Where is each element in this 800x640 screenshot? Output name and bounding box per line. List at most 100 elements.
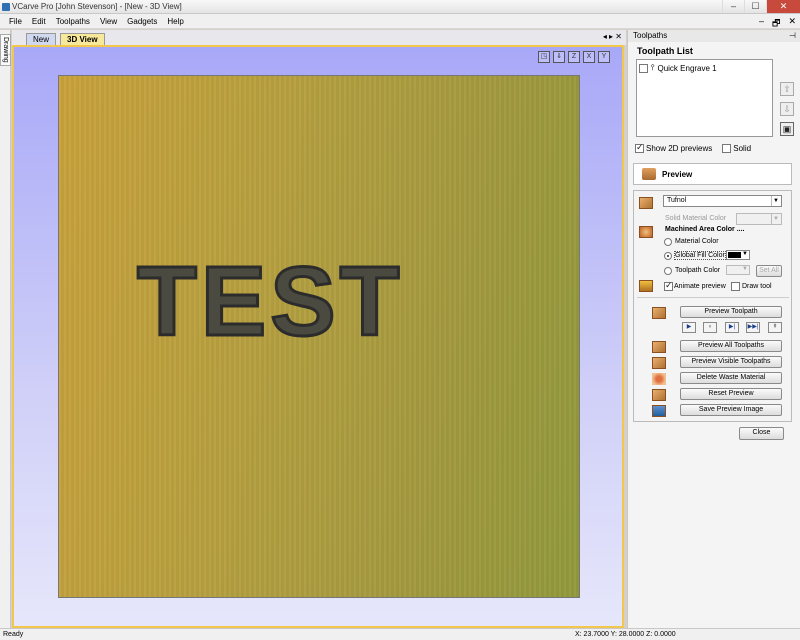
show-2d-previews-option[interactable]: Show 2D previews <box>635 142 713 153</box>
menu-view[interactable]: View <box>95 17 122 26</box>
drawing-tab[interactable]: Drawing <box>0 34 11 66</box>
panel-header: Toolpaths ⊣ <box>628 30 800 42</box>
3d-viewport[interactable]: ◳ ⇓ Z X Y TEST <box>12 45 624 628</box>
solid-option[interactable]: Solid <box>722 144 751 153</box>
delete-waste-material-button[interactable]: Delete Waste Material <box>680 372 782 384</box>
panel-title: Toolpaths <box>633 31 668 40</box>
toolpath-list-title: Toolpath List <box>637 46 693 56</box>
chevron-down-icon: ▼ <box>771 214 780 224</box>
engraved-text: TEST <box>135 246 404 356</box>
list-options: Show 2D previews Solid <box>635 142 751 153</box>
preview-options: Tufnol ▼ Solid Material Color ▼ Machined… <box>633 190 792 422</box>
material-value: Tufnol <box>667 197 687 204</box>
delete-waste-icon <box>652 373 666 385</box>
menu-file[interactable]: File <box>4 17 27 26</box>
iso-view-icon[interactable]: ⇓ <box>553 51 565 63</box>
move-up-icon[interactable]: ⇧ <box>780 82 794 96</box>
animate-preview-checkbox[interactable] <box>664 280 673 291</box>
menu-edit[interactable]: Edit <box>27 17 51 26</box>
draw-tool-label: Draw tool <box>742 283 772 290</box>
close-window-button[interactable]: ✕ <box>766 0 800 13</box>
material-color-label: Material Color <box>675 238 719 245</box>
separator <box>637 297 789 298</box>
animate-icon <box>639 280 653 292</box>
solid-checkbox[interactable] <box>722 144 732 153</box>
show-2d-previews-label: Show 2D previews <box>646 144 713 153</box>
animate-preview-label: Animate preview <box>674 283 726 290</box>
maximize-button[interactable]: ☐ <box>744 0 766 13</box>
toolpath-color-picker[interactable]: ▼ <box>726 265 750 275</box>
menu-bar: File Edit Toolpaths View Gadgets Help – … <box>0 14 800 29</box>
tab-new[interactable]: New <box>26 33 57 45</box>
fill-color-swatch <box>728 252 741 258</box>
preview-visible-icon <box>652 357 666 369</box>
zoom-extents-icon[interactable]: ◳ <box>538 51 550 63</box>
title-bar: VCarve Pro [John Stevenson] - [New - 3D … <box>0 0 800 14</box>
pause-icon[interactable]: ⏸ <box>703 322 717 333</box>
preview-icon <box>642 168 656 180</box>
toolpath-color-radio[interactable] <box>664 267 672 275</box>
document-tab-bar: New 3D View ◂ ▸ ✕ <box>12 30 626 45</box>
chevron-down-icon: ▼ <box>771 196 780 206</box>
cursor-coordinates: X: 23.7000 Y: 28.0000 Z: 0.0000 <box>575 631 676 638</box>
menu-gadgets[interactable]: Gadgets <box>122 17 162 26</box>
material-color-radio[interactable] <box>664 238 672 246</box>
toolpath-color-label: Toolpath Color <box>675 267 721 274</box>
chevron-down-icon: ▼ <box>742 251 748 257</box>
view-toolbar: ◳ ⇓ Z X Y <box>538 51 610 63</box>
list-side-buttons: ⇧ ⇩ ▣ <box>780 82 794 136</box>
toolpath-summary-icon[interactable]: ▣ <box>780 122 794 136</box>
set-all-button[interactable]: Set All <box>756 265 782 277</box>
preview-toolpath-icon <box>652 307 666 319</box>
global-fill-color-picker[interactable]: ▼ <box>726 250 750 260</box>
preview-title: Preview <box>662 169 693 179</box>
menu-toolpaths[interactable]: Toolpaths <box>51 17 95 26</box>
move-down-icon[interactable]: ⇩ <box>780 102 794 116</box>
toolpath-visibility-checkbox[interactable] <box>639 63 648 73</box>
preview-header: Preview <box>633 163 792 185</box>
minimize-button[interactable]: – <box>722 0 744 13</box>
step-forward-icon[interactable]: ▶| <box>725 322 739 333</box>
tab-3d-view[interactable]: 3D View <box>60 33 105 45</box>
app-icon <box>2 3 10 11</box>
material-block: TEST <box>58 75 580 598</box>
play-icon[interactable]: ▶ <box>682 322 696 333</box>
solid-material-color-label: Solid Material Color <box>665 215 727 222</box>
tab-scroll-controls[interactable]: ◂ ▸ ✕ <box>603 32 622 41</box>
skip-to-end-icon[interactable]: ▶▶| <box>746 322 760 333</box>
preview-all-toolpaths-button[interactable]: Preview All Toolpaths <box>680 340 782 352</box>
global-fill-color-label: Global Fill Color <box>674 251 726 260</box>
draw-tool-checkbox[interactable] <box>731 282 740 291</box>
show-2d-previews-checkbox[interactable] <box>635 142 644 153</box>
toolpath-item[interactable]: ⫯ Quick Engrave 1 <box>637 60 772 76</box>
menu-help[interactable]: Help <box>162 17 188 26</box>
preview-visible-toolpaths-button[interactable]: Preview Visible Toolpaths <box>680 356 782 368</box>
y-view-icon[interactable]: Y <box>598 51 610 63</box>
toolpath-list: ⫯ Quick Engrave 1 <box>636 59 773 137</box>
left-dock-strip <box>0 30 11 628</box>
x-view-icon[interactable]: X <box>583 51 595 63</box>
solid-label: Solid <box>733 144 752 153</box>
material-icon <box>639 197 653 209</box>
chevron-down-icon: ▼ <box>742 266 748 272</box>
status-bar: Ready X: 23.7000 Y: 28.0000 Z: 0.0000 <box>0 628 800 640</box>
preview-toolpath-button[interactable]: Preview Toolpath <box>680 306 782 318</box>
global-fill-color-radio[interactable] <box>664 252 672 260</box>
speed-icon[interactable]: ⇞ <box>768 322 782 333</box>
reset-preview-button[interactable]: Reset Preview <box>680 388 782 400</box>
pin-icon[interactable]: ⊣ <box>789 30 796 42</box>
status-text: Ready <box>3 631 24 638</box>
material-select[interactable]: Tufnol ▼ <box>663 195 782 207</box>
top-view-icon[interactable]: Z <box>568 51 580 63</box>
window-controls: – ☐ ✕ <box>722 0 800 14</box>
save-preview-image-button[interactable]: Save Preview Image <box>680 404 782 416</box>
toolpaths-panel: Toolpaths ⊣ Toolpath List ⫯ Quick Engrav… <box>627 30 800 628</box>
machined-color-icon <box>639 226 653 238</box>
close-panel-button[interactable]: Close <box>739 427 784 440</box>
window-title: VCarve Pro [John Stevenson] - [New - 3D … <box>12 2 182 11</box>
save-image-icon <box>652 405 666 417</box>
reset-preview-icon <box>652 389 666 401</box>
toolpath-name: Quick Engrave 1 <box>657 63 717 73</box>
tool-bit-icon: ⫯ <box>651 63 655 72</box>
solid-material-color-picker[interactable]: ▼ <box>736 213 782 225</box>
